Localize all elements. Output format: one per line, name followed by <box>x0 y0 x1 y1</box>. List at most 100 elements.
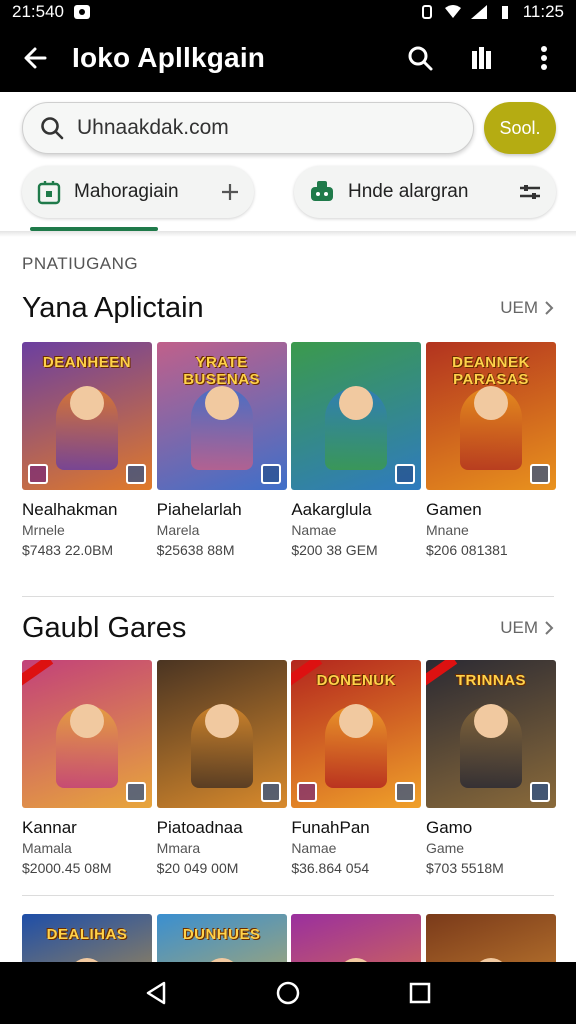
app-card[interactable]: TRINNAS Gamo Game $703 5518M <box>425 660 556 876</box>
app-thumbnail[interactable]: DEANNEK PARASAS <box>425 342 556 490</box>
character-head <box>204 704 239 738</box>
character-head <box>473 704 508 738</box>
nav-back-button[interactable] <box>136 973 176 1013</box>
chip-category[interactable]: Mahoragiain <box>22 166 254 218</box>
app-bar: Ioko Apllkgain <box>0 24 576 92</box>
app-price: $20 049 00M <box>156 860 239 876</box>
platform-badge-icon <box>395 782 416 802</box>
search-input[interactable]: Uhnaakdak.com <box>22 102 474 154</box>
thumbnail-banner-text: DEANHEEN <box>42 354 132 371</box>
see-more-link[interactable]: UEM <box>500 618 554 638</box>
notification-icon <box>74 5 90 19</box>
platform-badge-icon <box>126 782 146 802</box>
app-thumbnail[interactable]: TRINNAS <box>425 660 556 808</box>
search-submit-button[interactable]: Sool. <box>484 102 556 154</box>
see-more-link[interactable]: UEM <box>500 298 554 318</box>
app-thumbnail[interactable]: DEANHEEN <box>22 342 152 490</box>
section-label: PNATIUGANG <box>22 254 139 273</box>
filter-icon <box>518 184 542 200</box>
app-price: $7483 22.0BM <box>22 542 114 558</box>
overflow-menu-button[interactable] <box>524 38 564 78</box>
app-card[interactable]: DEANHEEN Nealhakman Mrnele $7483 22.0BM <box>22 342 152 558</box>
chip-label: Mahoragiain <box>74 181 179 202</box>
thumbnail-banner-text: YRATE BUSENAS <box>183 354 261 388</box>
status-time-left: 21:540 <box>12 2 64 21</box>
app-price: $206 081381 <box>425 542 508 558</box>
app-thumbnail[interactable] <box>22 660 152 808</box>
platform-badge-icon <box>260 782 281 802</box>
app-price: $200 38 GEM <box>291 542 378 558</box>
character-head <box>70 704 104 738</box>
app-card[interactable]: DONENUK FunahPan Namae $36.864 054 <box>291 660 422 876</box>
search-button[interactable] <box>400 38 440 78</box>
age-rating-icon <box>297 782 318 802</box>
nav-home-button[interactable] <box>268 973 308 1013</box>
app-card[interactable]: Kannar Mamala $2000.45 08M <box>22 660 152 876</box>
battery-icon <box>501 6 508 19</box>
app-store-icon <box>37 181 61 205</box>
nav-recents-button[interactable] <box>400 973 440 1013</box>
app-thumbnail[interactable] <box>291 342 422 490</box>
chip-sort[interactable]: Hnde alargran <box>294 166 556 218</box>
character-head <box>473 386 508 420</box>
app-name: FunahPan <box>291 818 370 837</box>
platform-badge-icon <box>529 782 550 802</box>
app-price: $2000.45 08M <box>22 860 112 876</box>
app-price: $36.864 054 <box>291 860 370 876</box>
status-time-right: 11:25 <box>522 2 564 21</box>
section-title: Yana Aplictain <box>22 291 204 324</box>
app-name: Piahelarlah <box>156 500 242 519</box>
thumbnail-banner-text: DONENUK <box>316 672 396 689</box>
app-price: $703 5518M <box>425 860 504 876</box>
section-header: Yana Aplictain UEM <box>22 288 554 328</box>
game-grid: Kannar Mamala $2000.45 08M Piatoadnaa Mmara $… <box>22 660 556 876</box>
app-thumbnail[interactable] <box>156 660 287 808</box>
app-name: Gamo <box>425 818 473 837</box>
platform-badge-icon <box>395 464 416 484</box>
status-bar: 21:540 11:25 <box>0 0 576 24</box>
search-icon <box>408 46 433 71</box>
character-head <box>204 386 239 420</box>
library-button[interactable] <box>462 38 502 78</box>
circle-home-icon <box>276 981 300 1005</box>
app-thumbnail[interactable]: DONENUK <box>291 660 422 808</box>
thumbnail-banner-text: DUNHUES <box>182 926 261 943</box>
library-icon <box>472 47 491 69</box>
app-subtitle: Namae <box>291 522 337 538</box>
app-card[interactable]: Piatoadnaa Mmara $20 049 00M <box>156 660 287 876</box>
app-title: Ioko Apllkgain <box>72 42 266 73</box>
app-card[interactable]: YRATE BUSENAS Piahelarlah Marela $25638 88M <box>156 342 287 558</box>
back-button[interactable] <box>12 35 58 81</box>
arrow-left-icon <box>24 47 47 69</box>
app-thumbnail[interactable]: YRATE BUSENAS <box>156 342 287 490</box>
plus-icon <box>220 182 240 202</box>
app-subtitle: Marela <box>156 522 200 538</box>
app-name: Nealhakman <box>22 500 118 519</box>
app-name: Gamen <box>425 500 482 519</box>
app-subtitle: Game <box>425 840 465 856</box>
app-price: $25638 88M <box>156 542 235 558</box>
section-divider <box>22 895 554 896</box>
header-divider <box>0 231 576 237</box>
character-head <box>70 386 104 420</box>
platform-badge-icon <box>529 464 550 484</box>
app-subtitle: Mamala <box>22 840 72 856</box>
more-vertical-icon <box>541 46 547 70</box>
section-divider <box>22 596 554 597</box>
games-icon <box>311 181 333 201</box>
app-card[interactable]: DEANNEK PARASAS Gamen Mnane $206 081381 <box>425 342 556 558</box>
thumbnail-banner-text: TRINNAS <box>455 672 527 689</box>
app-name: Piatoadnaa <box>156 818 243 837</box>
age-rating-icon <box>28 464 48 484</box>
section-title: Gaubl Gares <box>22 611 187 644</box>
app-card[interactable]: Aakarglula Namae $200 38 GEM <box>291 342 422 558</box>
app-subtitle: Namae <box>291 840 337 856</box>
signal-icon <box>470 5 487 19</box>
square-recents-icon <box>409 982 431 1004</box>
app-subtitle: Mnane <box>425 522 469 538</box>
search-value: Uhnaakdak.com <box>77 116 229 139</box>
corner-ribbon <box>22 660 54 687</box>
thumbnail-banner-text: DEALIHAS <box>46 926 128 943</box>
app-name: Kannar <box>22 818 77 837</box>
search-icon <box>41 117 64 140</box>
